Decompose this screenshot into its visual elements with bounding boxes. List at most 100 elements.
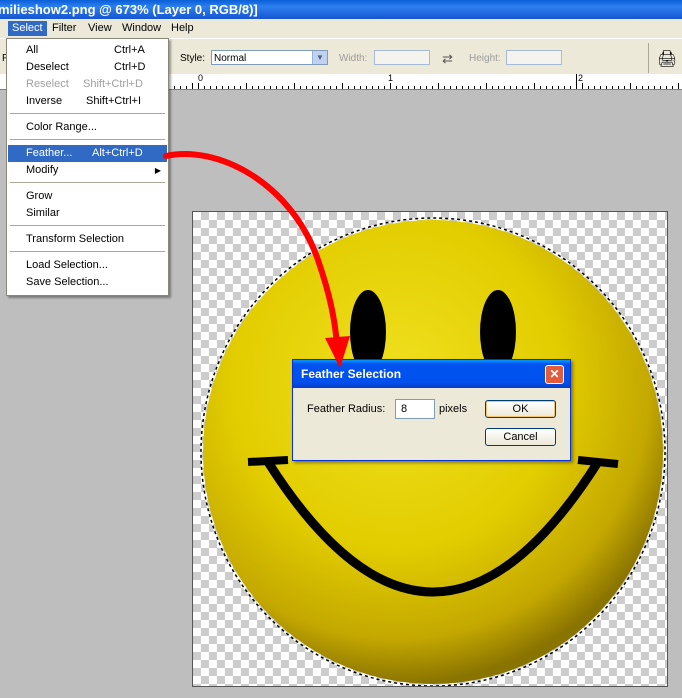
menu-item-label: Load Selection... — [26, 259, 108, 271]
menu-window[interactable]: Window — [118, 21, 165, 36]
palette-well-button[interactable]: 🖨 — [648, 43, 682, 73]
ruler-tick — [372, 86, 373, 89]
menu-view[interactable]: View — [84, 21, 116, 36]
ruler-tick — [564, 86, 565, 89]
ruler-tick — [456, 86, 457, 89]
ruler-tick — [276, 86, 277, 89]
ruler-tick — [402, 86, 403, 89]
menu-help[interactable]: Help — [167, 21, 198, 36]
ruler-tick — [450, 86, 451, 89]
ruler-tick — [540, 86, 541, 89]
menu-item-label: Transform Selection — [26, 233, 125, 245]
menu-item-transform-selection[interactable]: Transform Selection — [8, 231, 167, 248]
menu-item-shortcut: Alt+Ctrl+D — [92, 147, 143, 159]
ruler-tick — [498, 86, 499, 89]
height-label: Height: — [469, 53, 501, 64]
ruler-tick — [546, 86, 547, 89]
style-select[interactable]: Normal ▼ — [211, 50, 328, 65]
cancel-button[interactable]: Cancel — [485, 428, 556, 446]
ruler-tick — [624, 86, 625, 89]
ruler-tick — [258, 86, 259, 89]
menu-filter[interactable]: Filter — [48, 21, 80, 36]
ruler-tick — [222, 86, 223, 89]
menu-item-deselect[interactable]: Deselect Ctrl+D — [8, 59, 167, 76]
ruler-tick — [522, 86, 523, 89]
ruler-tick — [462, 86, 463, 89]
width-label: Width: — [339, 53, 368, 64]
menu-item-grow[interactable]: Grow — [8, 188, 167, 205]
ruler-tick — [618, 86, 619, 89]
ruler-tick — [486, 83, 487, 89]
select-menu: All Ctrl+A Deselect Ctrl+D Reselect Shif… — [6, 38, 169, 296]
smiley-mouth-right-end — [577, 456, 619, 468]
ruler-tick — [510, 86, 511, 89]
ruler-tick — [600, 86, 601, 89]
ruler-tick — [342, 83, 343, 89]
ruler-tick — [354, 86, 355, 89]
dialog-title-bar[interactable]: Feather Selection ✕ — [293, 360, 570, 388]
menu-item-save-selection[interactable]: Save Selection... — [8, 274, 167, 291]
dialog-title: Feather Selection — [301, 367, 402, 381]
menu-separator — [10, 225, 165, 226]
menu-item-shortcut: Ctrl+D — [114, 61, 146, 73]
menu-separator — [10, 251, 165, 252]
chevron-down-icon: ▼ — [312, 51, 327, 64]
swap-arrows-icon[interactable]: ⇄ — [442, 51, 453, 67]
menu-item-label: Save Selection... — [26, 276, 109, 288]
ruler-tick — [288, 86, 289, 89]
menu-item-all[interactable]: All Ctrl+A — [8, 42, 167, 59]
menu-item-label: Deselect — [26, 61, 69, 73]
menu-item-reselect[interactable]: Reselect Shift+Ctrl+D — [8, 76, 167, 93]
ruler-tick — [186, 86, 187, 89]
ruler-tick — [594, 86, 595, 89]
menu-item-shortcut: Shift+Ctrl+D — [83, 78, 143, 90]
ruler-tick — [444, 86, 445, 89]
menu-separator — [10, 113, 165, 114]
ruler-tick — [468, 86, 469, 89]
ruler-tick — [360, 86, 361, 89]
ruler-tick — [312, 86, 313, 89]
menu-item-inverse[interactable]: Inverse Shift+Ctrl+I — [8, 93, 167, 110]
menu-bar: Select Filter View Window Help — [0, 19, 682, 38]
menu-item-feather[interactable]: Feather... Alt+Ctrl+D — [8, 145, 167, 162]
menu-item-modify[interactable]: Modify ▶ — [8, 162, 167, 179]
ruler-tick — [198, 83, 199, 89]
ruler-tick — [318, 86, 319, 89]
ok-button[interactable]: OK — [485, 400, 556, 418]
ruler-tick — [240, 86, 241, 89]
ruler-tick — [642, 86, 643, 89]
submenu-arrow-icon: ▶ — [154, 166, 161, 175]
menu-item-color-range[interactable]: Color Range... — [8, 119, 167, 136]
ruler-tick — [390, 83, 391, 89]
menu-item-label: Reselect — [26, 78, 69, 90]
ruler-tick — [660, 86, 661, 89]
style-select-value: Normal — [214, 53, 247, 64]
ruler-tick — [408, 86, 409, 89]
smiley-mouth-left-end — [247, 456, 289, 466]
ruler-tick — [210, 86, 211, 89]
window-title: milieshow2.png @ 673% (Layer 0, RGB/8)] — [0, 2, 258, 17]
menu-item-shortcut: Shift+Ctrl+I — [86, 95, 142, 107]
menu-item-label: Modify — [26, 164, 59, 176]
menu-item-label: Inverse — [26, 95, 63, 107]
ruler-tick — [270, 86, 271, 89]
menu-separator — [10, 182, 165, 183]
menu-item-similar[interactable]: Similar — [8, 205, 167, 222]
feather-radius-input[interactable]: 8 — [395, 399, 435, 419]
ruler-tick — [306, 86, 307, 89]
feather-radius-unit: pixels — [439, 403, 468, 415]
feather-radius-label: Feather Radius: — [307, 403, 386, 415]
menu-item-load-selection[interactable]: Load Selection... — [8, 257, 167, 274]
menu-item-label: Grow — [26, 190, 53, 202]
ruler-tick — [426, 86, 427, 89]
ruler-tick — [480, 86, 481, 89]
ruler-tick — [558, 86, 559, 89]
width-input[interactable] — [374, 50, 430, 65]
ruler-tick — [366, 86, 367, 89]
ruler-tick — [492, 86, 493, 89]
ruler-tick — [576, 74, 577, 89]
close-icon[interactable]: ✕ — [545, 365, 564, 384]
menu-select[interactable]: Select — [8, 21, 47, 36]
ruler-tick — [474, 86, 475, 89]
height-input[interactable] — [506, 50, 562, 65]
